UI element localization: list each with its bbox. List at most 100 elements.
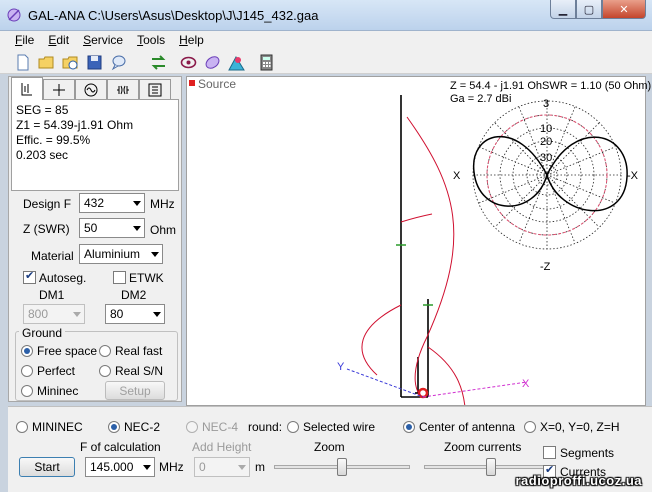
design-freq-value: 432 (84, 196, 105, 210)
chevron-down-icon (73, 312, 81, 317)
material-value: Aluminium (84, 247, 141, 261)
f-calc-unit: MHz (159, 460, 184, 474)
minimize-icon: ▁ (558, 3, 568, 16)
engine-nec4-radio[interactable] (186, 421, 198, 433)
toolbar (0, 50, 652, 74)
tab-axis[interactable] (43, 79, 75, 99)
ring-label-20: 20 (540, 136, 552, 148)
pattern-icon[interactable] (204, 54, 221, 71)
design-freq-select[interactable]: 432 (79, 193, 145, 213)
center-origin-radio[interactable] (524, 421, 536, 433)
calculator-icon[interactable] (258, 54, 275, 71)
material-select[interactable]: Aluminium (79, 244, 163, 264)
current-curve-right (427, 346, 466, 405)
zoom-currents-slider-thumb[interactable] (486, 458, 497, 476)
menu-help[interactable]: Help (172, 31, 211, 50)
axis-label-y: Y (337, 361, 345, 373)
ground-real-fast-label: Real fast (115, 344, 163, 358)
antenna-drawing: 3 10 20 30 X -X -Z Y X (337, 95, 639, 405)
ground-free-space-radio[interactable] (21, 345, 33, 357)
minimize-button[interactable]: ▁ (550, 0, 576, 19)
menu-service[interactable]: Service (76, 31, 130, 50)
f-calc-select[interactable]: 145.000 (85, 457, 155, 477)
segments-checkbox[interactable] (543, 446, 556, 459)
axis-y-line (346, 368, 424, 398)
menu-tools[interactable]: Tools (130, 31, 172, 50)
z-swr-unit: Ohm (150, 223, 177, 237)
zoom-currents-slider-track[interactable] (424, 465, 546, 469)
menu-file-label: ile (22, 33, 35, 47)
3d-pattern-icon[interactable] (228, 54, 245, 71)
engine-nec2-radio[interactable] (108, 421, 120, 433)
dm1-select[interactable]: 800 (23, 304, 85, 324)
center-selected-wire-radio[interactable] (287, 421, 299, 433)
new-file-icon[interactable] (14, 54, 31, 71)
close-icon: ✕ (619, 3, 629, 16)
window-controls: ▁ ▢ ✕ (550, 0, 646, 20)
menu-edit[interactable]: Edit (41, 31, 76, 50)
left-panel: SEG = 85 Z1 = 54.39-j1.91 Ohm Effic. = 9… (8, 76, 182, 402)
load-icon (117, 85, 129, 94)
engine-mininec-label: MININEC (32, 420, 83, 434)
tab-segments[interactable] (139, 79, 171, 99)
menu-file[interactable]: File (8, 31, 41, 50)
antenna-view-icon[interactable] (180, 54, 197, 71)
ground-free-space-label: Free space (37, 344, 98, 358)
efficiency: Effic. = 99.5% (16, 133, 91, 147)
axis-label-z-bottom: -Z (540, 261, 551, 273)
tab-wire-geometry[interactable] (11, 77, 43, 100)
z-swr-select[interactable]: 50 (79, 218, 145, 238)
comment-icon[interactable] (110, 54, 127, 71)
menu-service-label: ervice (91, 33, 124, 47)
ground-mininec-label: Mininec (37, 384, 79, 398)
ground-mininec-radio[interactable] (21, 385, 33, 397)
center-antenna-radio[interactable] (403, 421, 415, 433)
save-icon[interactable] (86, 54, 103, 71)
engine-nec4-label: NEC-4 (202, 420, 239, 434)
chevron-down-icon (238, 465, 246, 470)
dm2-select[interactable]: 80 (105, 304, 165, 324)
ring-label-30: 30 (540, 152, 552, 164)
calculate-icon[interactable] (150, 54, 167, 71)
start-button[interactable]: Start (19, 457, 75, 477)
ground-perfect-label: Perfect (37, 364, 76, 378)
dm1-label: DM1 (39, 288, 65, 302)
chevron-down-icon (143, 465, 151, 470)
zoom-slider-thumb[interactable] (337, 458, 347, 476)
autoseg-checkbox[interactable] (23, 269, 36, 284)
center-antenna-label: Center of antenna (419, 420, 516, 434)
menu-help-label: elp (187, 33, 204, 47)
engine-nec2-label: NEC-2 (124, 420, 161, 434)
engine-mininec-radio[interactable] (16, 421, 28, 433)
autoseg-label: Autoseg. (39, 271, 87, 285)
ground-real-fast-radio[interactable] (99, 345, 111, 357)
chevron-down-icon (153, 312, 161, 317)
open-recent-icon[interactable] (62, 54, 79, 71)
add-height-unit: m (255, 460, 265, 474)
design-freq-label: Design F (23, 197, 72, 211)
chevron-down-icon (151, 252, 159, 257)
ground-perfect-radio[interactable] (21, 365, 33, 377)
source-icon (84, 83, 98, 96)
menu-help-accel: H (179, 33, 188, 47)
ground-real-sn-radio[interactable] (99, 365, 111, 377)
design-freq-unit: MHz (150, 197, 175, 211)
center-selected-wire-label: Selected wire (303, 420, 376, 434)
tab-source[interactable] (75, 79, 107, 99)
ground-setup-button[interactable]: Setup (105, 381, 165, 400)
dm1-value: 800 (28, 307, 49, 321)
chevron-down-icon (133, 226, 141, 231)
wire-geometry-icon (21, 83, 32, 96)
current-curve-top (400, 213, 433, 223)
add-height-select[interactable]: 0 (194, 457, 250, 477)
menu-service-accel: S (83, 33, 92, 47)
antenna-wires (400, 95, 429, 398)
antenna-canvas[interactable]: Source Z = 54.4 - j1.91 OhSWR = 1.10 (50… (186, 76, 651, 406)
open-folder-icon[interactable] (38, 54, 55, 71)
maximize-button[interactable]: ▢ (576, 0, 602, 19)
watermark: radioproffi.ucoz.ua (515, 473, 642, 488)
tab-load[interactable] (107, 79, 139, 99)
etwk-checkbox[interactable] (113, 271, 126, 284)
zoom-currents-label: Zoom currents (444, 440, 522, 454)
close-button[interactable]: ✕ (602, 0, 646, 19)
